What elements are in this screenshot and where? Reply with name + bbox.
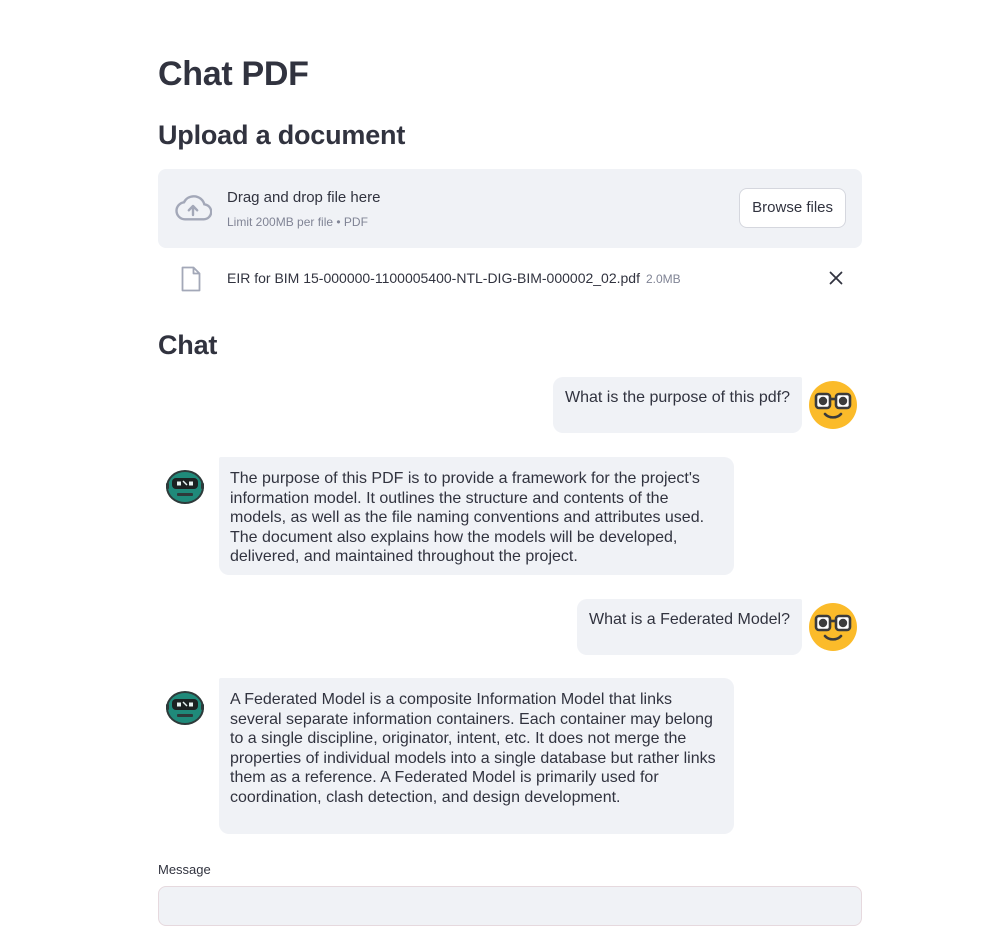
nerd-face-emoji-icon (809, 603, 857, 651)
nerd-face-emoji-icon (809, 381, 857, 429)
assistant-message: The purpose of this PDF is to provide a … (219, 457, 734, 575)
robot-avatar-icon (166, 470, 204, 504)
message-text: What is a Federated Model? (589, 611, 790, 628)
message-input-label: Message (158, 862, 211, 877)
uploaded-file: EIR for BIM 15-000000-1100005400-NTL-DIG… (158, 262, 862, 296)
message-text: What is the purpose of this pdf? (564, 389, 790, 406)
dropzone-limit: Limit 200MB per file • PDF (227, 215, 368, 229)
message-text: A Federated Model is a composite Informa… (230, 691, 716, 806)
assistant-message: A Federated Model is a composite Informa… (219, 678, 734, 834)
file-size: 2.0MB (645, 272, 681, 286)
dropzone-instructions: Drag and drop file here (227, 189, 381, 206)
upload-heading: Upload a document (158, 120, 406, 150)
file-dropzone[interactable]: Drag and drop file here Limit 200MB per … (158, 169, 862, 248)
message-text: The purpose of this PDF is to provide a … (230, 470, 705, 565)
page-title: Chat PDF (158, 55, 309, 93)
browse-files-button[interactable]: Browse files (739, 188, 846, 228)
close-icon[interactable] (828, 270, 844, 286)
main-container: Chat PDF Upload a document Drag and drop… (158, 0, 862, 926)
user-message: What is the purpose of this pdf? (552, 377, 802, 433)
robot-avatar-icon (166, 691, 204, 725)
file-icon (181, 266, 201, 292)
chat-heading: Chat (158, 330, 218, 360)
message-input[interactable] (158, 886, 862, 926)
cloud-upload-icon (175, 195, 212, 221)
user-message: What is a Federated Model? (577, 599, 802, 655)
file-name: EIR for BIM 15-000000-1100005400-NTL-DIG… (227, 270, 640, 286)
